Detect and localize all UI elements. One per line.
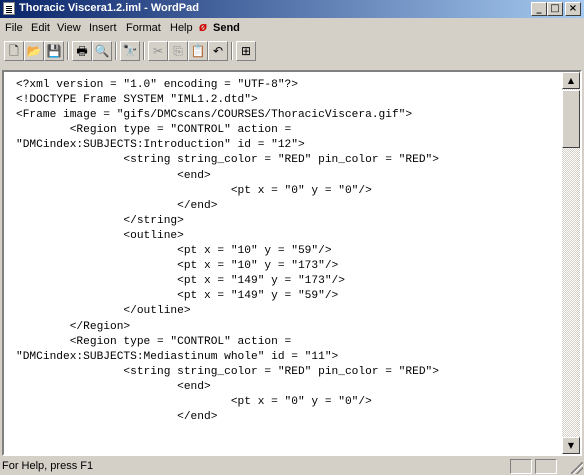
document-line[interactable]: <Region type = "CONTROL" action = xyxy=(16,335,562,350)
document-line[interactable]: <!DOCTYPE Frame SYSTEM "IML1.2.dtd"> xyxy=(16,93,562,108)
close-button[interactable]: × xyxy=(565,2,581,16)
toolbar-separator xyxy=(115,42,117,60)
menu-send[interactable]: Send xyxy=(213,22,240,34)
document-line[interactable]: <Region type = "CONTROL" action = xyxy=(16,123,562,138)
document-line[interactable]: <string string_color = "RED" pin_color =… xyxy=(16,365,562,380)
document-line[interactable]: "DMCindex:SUBJECTS:Introduction" id = "1… xyxy=(16,138,562,153)
status-panel xyxy=(510,459,532,474)
menu-view[interactable]: View xyxy=(57,22,81,34)
title-bar[interactable]: Thoracic Viscera1.2.iml - WordPad _ □ × xyxy=(0,0,584,18)
document-line[interactable]: <pt x = "10" y = "173"/> xyxy=(16,259,562,274)
document-line[interactable]: <pt x = "10" y = "59"/> xyxy=(16,244,562,259)
document-line[interactable]: <end> xyxy=(16,380,562,395)
copy-icon[interactable]: ⎘ xyxy=(168,41,188,61)
scroll-down-arrow-icon[interactable]: ▼ xyxy=(562,437,580,454)
open-icon[interactable]: 📂 xyxy=(24,41,44,61)
menu-bar: File Edit View Insert Format Help ø Send xyxy=(0,19,584,37)
menu-insert[interactable]: Insert xyxy=(89,22,117,34)
text-editor[interactable]: <?xml version = "1.0" encoding = "UTF-8"… xyxy=(4,72,562,454)
wordpad-window: Thoracic Viscera1.2.iml - WordPad _ □ × … xyxy=(0,0,584,475)
document-line[interactable]: </string> xyxy=(16,214,562,229)
maximize-button[interactable]: □ xyxy=(547,2,563,16)
status-bar: For Help, press F1 xyxy=(0,458,584,475)
new-icon[interactable]: 🗋 xyxy=(4,41,24,61)
toolbar-separator xyxy=(231,42,233,60)
document-line[interactable]: <pt x = "149" y = "59"/> xyxy=(16,289,562,304)
menu-format[interactable]: Format xyxy=(126,22,161,34)
scroll-thumb[interactable] xyxy=(562,90,580,148)
print-icon[interactable]: 🖶 xyxy=(72,41,92,61)
save-icon[interactable]: 💾 xyxy=(44,41,64,61)
document-text[interactable]: <?xml version = "1.0" encoding = "UTF-8"… xyxy=(4,72,562,425)
print-preview-icon[interactable]: 🔍 xyxy=(92,41,112,61)
document-line[interactable]: <pt x = "0" y = "0"/> xyxy=(16,184,562,199)
document-area[interactable]: <?xml version = "1.0" encoding = "UTF-8"… xyxy=(2,70,582,456)
document-line[interactable]: <outline> xyxy=(16,229,562,244)
find-icon[interactable]: 🔭 xyxy=(120,41,140,61)
minimize-button[interactable]: _ xyxy=(531,2,547,16)
document-line[interactable]: <?xml version = "1.0" encoding = "UTF-8"… xyxy=(16,78,562,93)
scroll-up-arrow-icon[interactable]: ▲ xyxy=(562,72,580,89)
document-line[interactable]: </end> xyxy=(16,410,562,425)
document-icon[interactable] xyxy=(3,2,15,15)
document-line[interactable]: </Region> xyxy=(16,320,562,335)
toolbar-separator xyxy=(143,42,145,60)
status-text: For Help, press F1 xyxy=(2,460,94,472)
menu-file[interactable]: File xyxy=(5,22,23,34)
toolbar: 🗋 📂 💾 🖶 🔍 🔭 ✂ ⎘ 📋 ↶ ⊞ xyxy=(4,41,304,65)
document-line[interactable]: "DMCindex:SUBJECTS:Mediastinum whole" id… xyxy=(16,350,562,365)
window-title: Thoracic Viscera1.2.iml - WordPad xyxy=(19,2,199,14)
vertical-scrollbar[interactable]: ▲ ▼ xyxy=(562,72,580,454)
toolbar-separator xyxy=(67,42,69,60)
paste-icon[interactable]: 📋 xyxy=(188,41,208,61)
menu-edit[interactable]: Edit xyxy=(31,22,50,34)
document-line[interactable]: <string string_color = "RED" pin_color =… xyxy=(16,153,562,168)
resize-grip-icon[interactable] xyxy=(571,462,583,474)
status-panel xyxy=(535,459,557,474)
document-line[interactable]: <Frame image = "gifs/DMCscans/COURSES/Th… xyxy=(16,108,562,123)
window-controls: _ □ × xyxy=(531,2,581,16)
document-line[interactable]: </end> xyxy=(16,199,562,214)
send-icon: ø xyxy=(199,19,207,34)
document-line[interactable]: <pt x = "149" y = "173"/> xyxy=(16,274,562,289)
undo-icon[interactable]: ↶ xyxy=(208,41,228,61)
document-line[interactable]: <end> xyxy=(16,169,562,184)
menu-help[interactable]: Help xyxy=(170,22,193,34)
insert-object-icon[interactable]: ⊞ xyxy=(236,41,256,61)
cut-icon[interactable]: ✂ xyxy=(148,41,168,61)
document-line[interactable]: <pt x = "0" y = "0"/> xyxy=(16,395,562,410)
document-line[interactable]: </outline> xyxy=(16,304,562,319)
